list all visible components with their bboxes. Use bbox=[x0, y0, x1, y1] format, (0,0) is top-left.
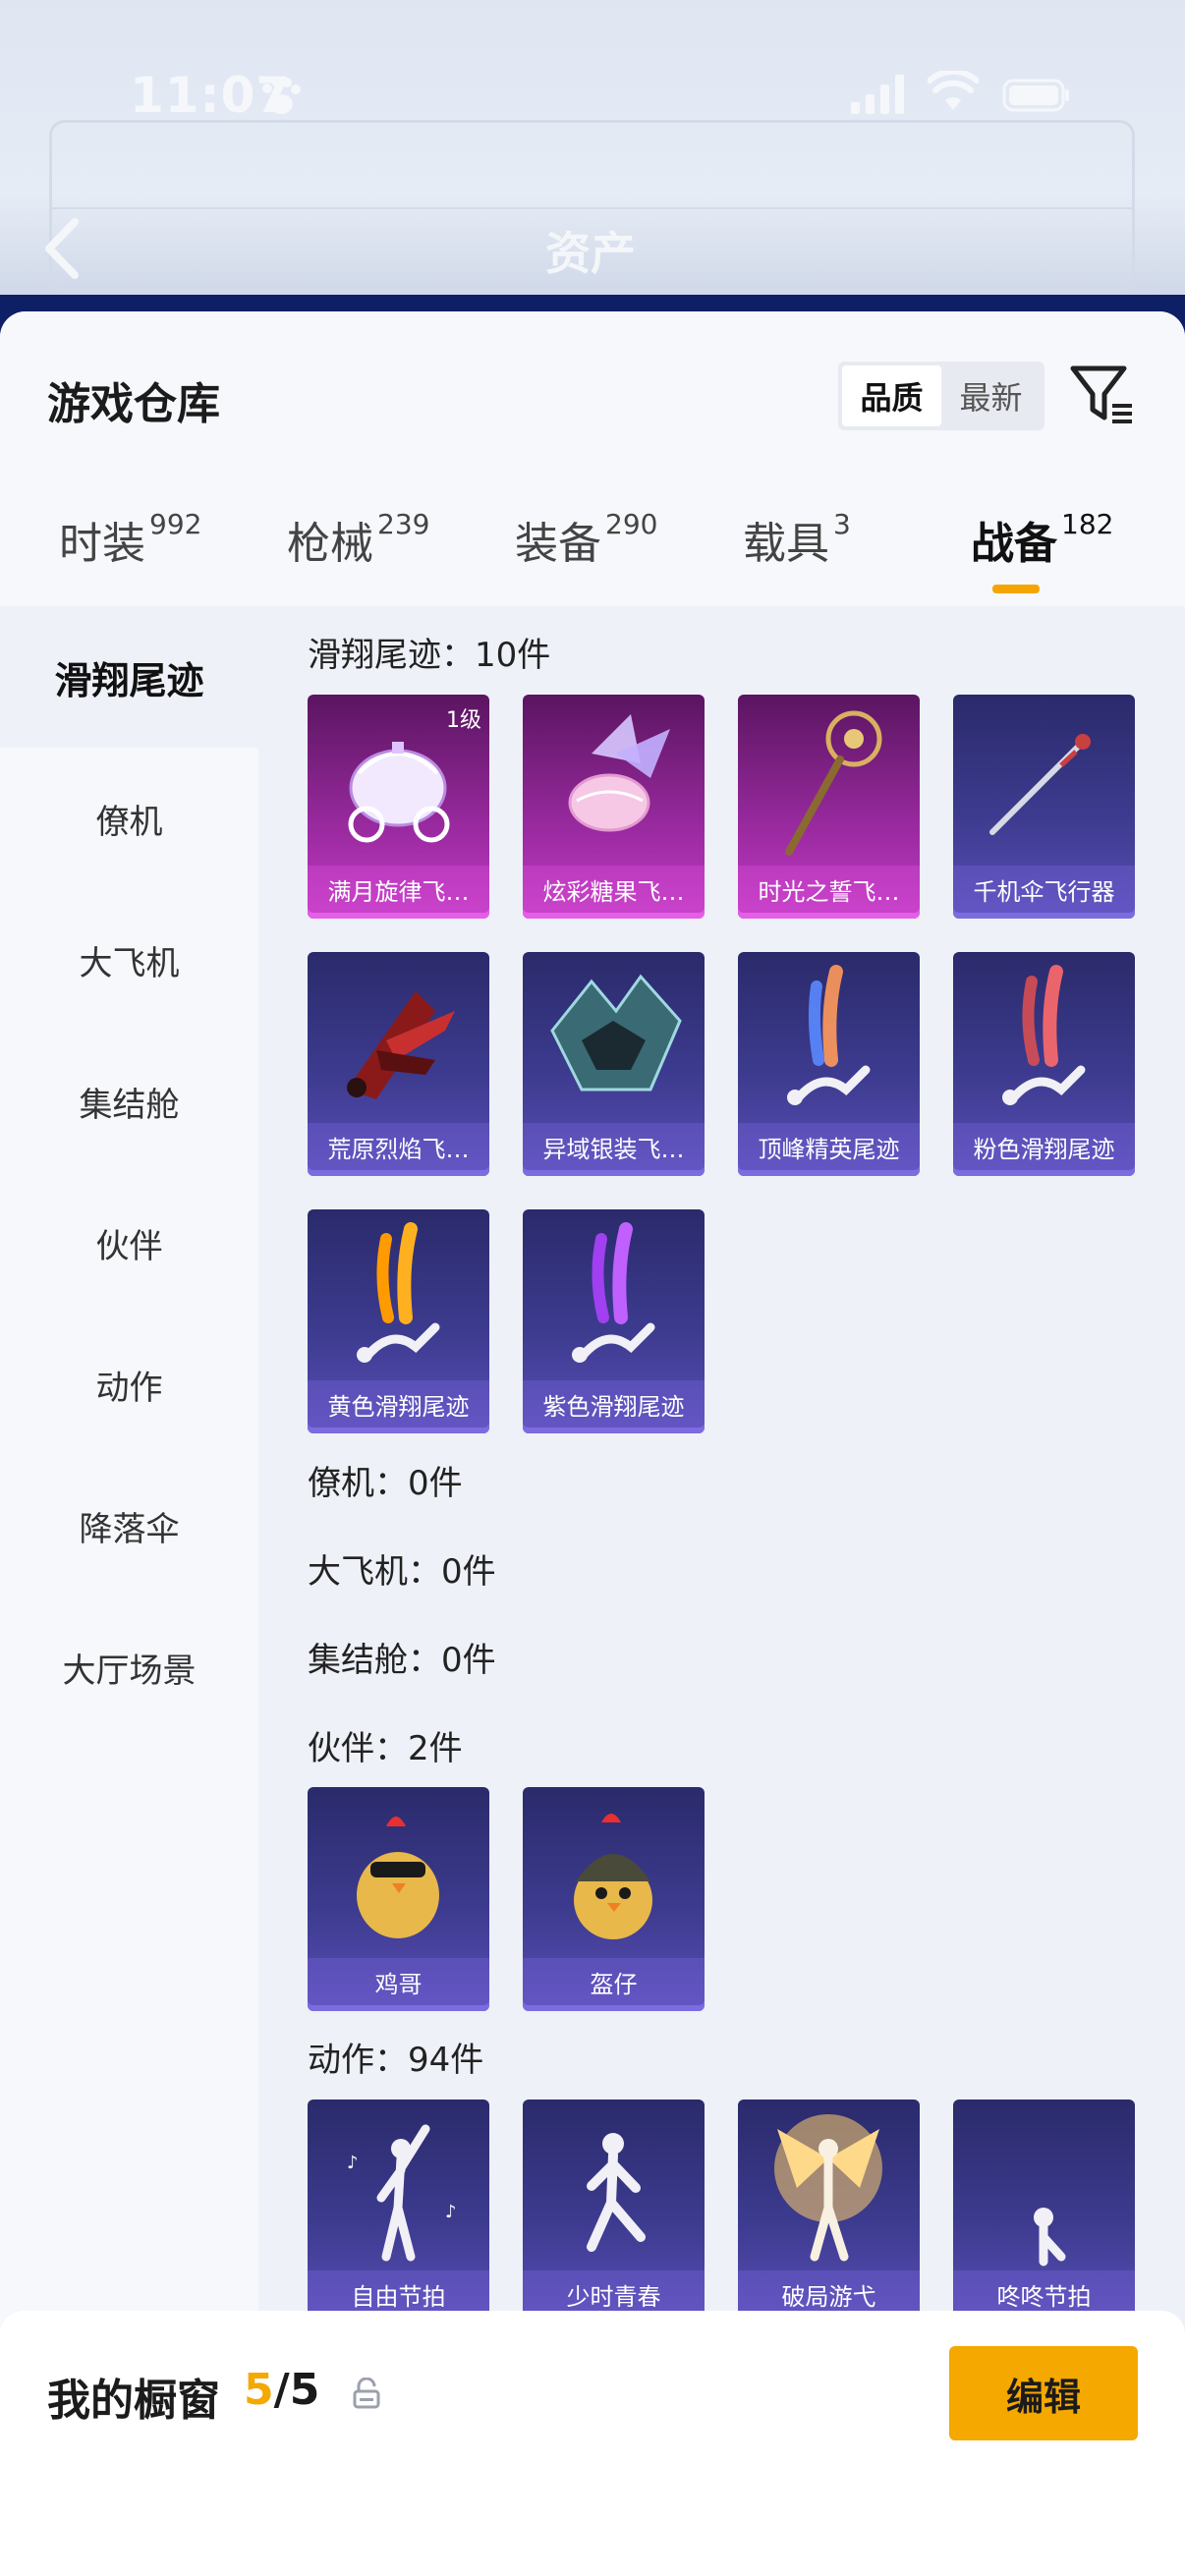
trail-icon bbox=[572, 1222, 655, 1363]
tab-vehicles[interactable]: 载具 3 bbox=[743, 508, 851, 606]
item-card[interactable]: 顶峰精英尾迹 bbox=[738, 952, 920, 1176]
item-name: 盔仔 bbox=[523, 1958, 705, 2005]
tab-weapons[interactable]: 枪械 239 bbox=[287, 508, 429, 606]
section-title: 动作：94件 bbox=[308, 2041, 484, 2080]
dance-icon: ♪ ♪ bbox=[347, 2124, 457, 2262]
item-card[interactable]: 咚咚节拍 bbox=[953, 2100, 1135, 2324]
section-title: 大飞机：0件 bbox=[308, 1552, 496, 1592]
candy-icon bbox=[568, 714, 670, 832]
item-name: 粉色滑翔尾迹 bbox=[953, 1123, 1135, 1170]
page-title: 资产 bbox=[545, 227, 636, 280]
tab-count: 182 bbox=[1061, 508, 1114, 540]
battery-icon bbox=[1002, 79, 1069, 112]
tab-count: 992 bbox=[149, 508, 202, 540]
item-name: 时光之誓飞… bbox=[738, 866, 920, 913]
sidebar-item-lobby-scene[interactable]: 大厅场景 bbox=[0, 1596, 258, 1738]
item-name: 荒原烈焰飞… bbox=[308, 1123, 489, 1170]
item-card[interactable]: 时光之誓飞… bbox=[738, 695, 920, 919]
item-card[interactable]: 少时青春 bbox=[523, 2100, 705, 2324]
section-title: 伙伴：2件 bbox=[308, 1729, 463, 1768]
paw-icon bbox=[262, 78, 301, 114]
item-card[interactable]: 千机伞飞行器 bbox=[953, 695, 1135, 919]
tab-label: 装备 bbox=[515, 519, 601, 569]
item-level: 1级 bbox=[446, 708, 481, 733]
tab-label: 枪械 bbox=[287, 519, 373, 569]
chicken-icon bbox=[357, 1817, 439, 1938]
item-name: 紫色滑翔尾迹 bbox=[523, 1380, 705, 1428]
warehouse-sheet: 游戏仓库 品质 最新 时装 992 枪械 239 装备 290 载具 3 战备 … bbox=[0, 311, 1185, 2576]
item-name: 炫彩糖果飞… bbox=[523, 866, 705, 913]
section-title: 僚机：0件 bbox=[308, 1464, 463, 1503]
flame-glider-icon bbox=[347, 991, 455, 1099]
active-tab-indicator bbox=[992, 585, 1040, 593]
trail-icon bbox=[1002, 965, 1086, 1105]
wifi-icon bbox=[928, 71, 979, 110]
svg-text:♪: ♪ bbox=[445, 2202, 457, 2222]
tab-fashion[interactable]: 时装 992 bbox=[59, 508, 201, 606]
item-card[interactable]: 荒原烈焰飞… bbox=[308, 952, 489, 1176]
item-name: 千机伞飞行器 bbox=[953, 866, 1135, 913]
filter-icon[interactable] bbox=[1069, 361, 1136, 427]
tab-label: 时装 bbox=[59, 519, 145, 569]
sidebar: 滑翔尾迹 僚机 大飞机 集结舱 伙伴 动作 降落伞 大厅场景 bbox=[0, 606, 258, 2576]
item-card[interactable]: 破局游弋 bbox=[738, 2100, 920, 2324]
sidebar-item-companion[interactable]: 伙伴 bbox=[0, 1172, 258, 1314]
back-icon[interactable] bbox=[39, 214, 88, 283]
item-card[interactable]: 黄色滑翔尾迹 bbox=[308, 1209, 489, 1433]
sidebar-item-pod[interactable]: 集结舱 bbox=[0, 1031, 258, 1172]
item-card[interactable]: 异域银装飞… bbox=[523, 952, 705, 1176]
tab-label: 战备 bbox=[971, 519, 1057, 569]
item-card[interactable]: 鸡哥 bbox=[308, 1787, 489, 2011]
item-card[interactable]: ♪ ♪ 自由节拍 bbox=[308, 2100, 489, 2324]
silver-glider-icon bbox=[550, 974, 682, 1092]
showcase-label: 我的橱窗 bbox=[47, 2376, 220, 2426]
sidebar-item-emote[interactable]: 动作 bbox=[0, 1314, 258, 1455]
item-card[interactable]: 紫色滑翔尾迹 bbox=[523, 1209, 705, 1433]
edit-button[interactable]: 编辑 bbox=[949, 2346, 1138, 2440]
item-card[interactable]: 炫彩糖果飞… bbox=[523, 695, 705, 919]
tab-equipment[interactable]: 装备 290 bbox=[515, 508, 657, 606]
sidebar-item-wingman[interactable]: 僚机 bbox=[0, 748, 258, 889]
svg-text:♪: ♪ bbox=[347, 2153, 359, 2173]
item-card[interactable]: 盔仔 bbox=[523, 1787, 705, 2011]
showcase-current: 5 bbox=[244, 2365, 274, 2415]
item-name: 异域银装飞… bbox=[523, 1123, 705, 1170]
dance-icon bbox=[587, 2133, 646, 2252]
item-list: 滑翔尾迹：10件 1级 满月旋律飞… 炫彩糖果飞… 时光之誓飞… 千机伞飞行器 … bbox=[258, 606, 1185, 2576]
sidebar-item-plane[interactable]: 大飞机 bbox=[0, 889, 258, 1031]
sidebar-item-parachute[interactable]: 降落伞 bbox=[0, 1455, 258, 1596]
scepter-icon bbox=[785, 710, 882, 856]
umbrella-icon bbox=[989, 734, 1091, 835]
sheet-header: 游戏仓库 品质 最新 时装 992 枪械 239 装备 290 载具 3 战备 … bbox=[0, 311, 1185, 606]
warehouse-title: 游戏仓库 bbox=[47, 379, 220, 429]
sort-quality-button[interactable]: 品质 bbox=[842, 365, 941, 426]
item-name: 黄色滑翔尾迹 bbox=[308, 1380, 489, 1428]
lock-icon bbox=[353, 2378, 380, 2409]
sort-toggle: 品质 最新 bbox=[838, 362, 1044, 430]
sidebar-item-glide-trail[interactable]: 滑翔尾迹 bbox=[0, 606, 258, 748]
item-card[interactable]: 1级 满月旋律飞… bbox=[308, 695, 489, 919]
showcase-count: 5/5 bbox=[244, 2365, 319, 2415]
signal-icon bbox=[851, 75, 904, 114]
golden-wings-icon bbox=[774, 2114, 882, 2262]
section-title: 滑翔尾迹：10件 bbox=[308, 636, 551, 675]
trail-icon bbox=[357, 1222, 440, 1363]
item-name: 顶峰精英尾迹 bbox=[738, 1123, 920, 1170]
showcase-bar: 我的橱窗 5/5 编辑 bbox=[0, 2311, 1185, 2576]
item-name: 鸡哥 bbox=[308, 1958, 489, 2005]
trail-icon bbox=[787, 965, 871, 1105]
item-name: 满月旋律飞… bbox=[308, 866, 489, 913]
showcase-total: /5 bbox=[273, 2365, 320, 2415]
helmet-chick-icon bbox=[574, 1814, 652, 1939]
tab-count: 3 bbox=[833, 508, 851, 540]
item-card[interactable]: 粉色滑翔尾迹 bbox=[953, 952, 1135, 1176]
dance-icon bbox=[1034, 2208, 1066, 2267]
section-title: 集结舱：0件 bbox=[308, 1641, 496, 1680]
tab-count: 290 bbox=[605, 508, 658, 540]
sort-newest-button[interactable]: 最新 bbox=[941, 365, 1041, 426]
tab-count: 239 bbox=[377, 508, 430, 540]
tab-label: 载具 bbox=[743, 519, 829, 569]
